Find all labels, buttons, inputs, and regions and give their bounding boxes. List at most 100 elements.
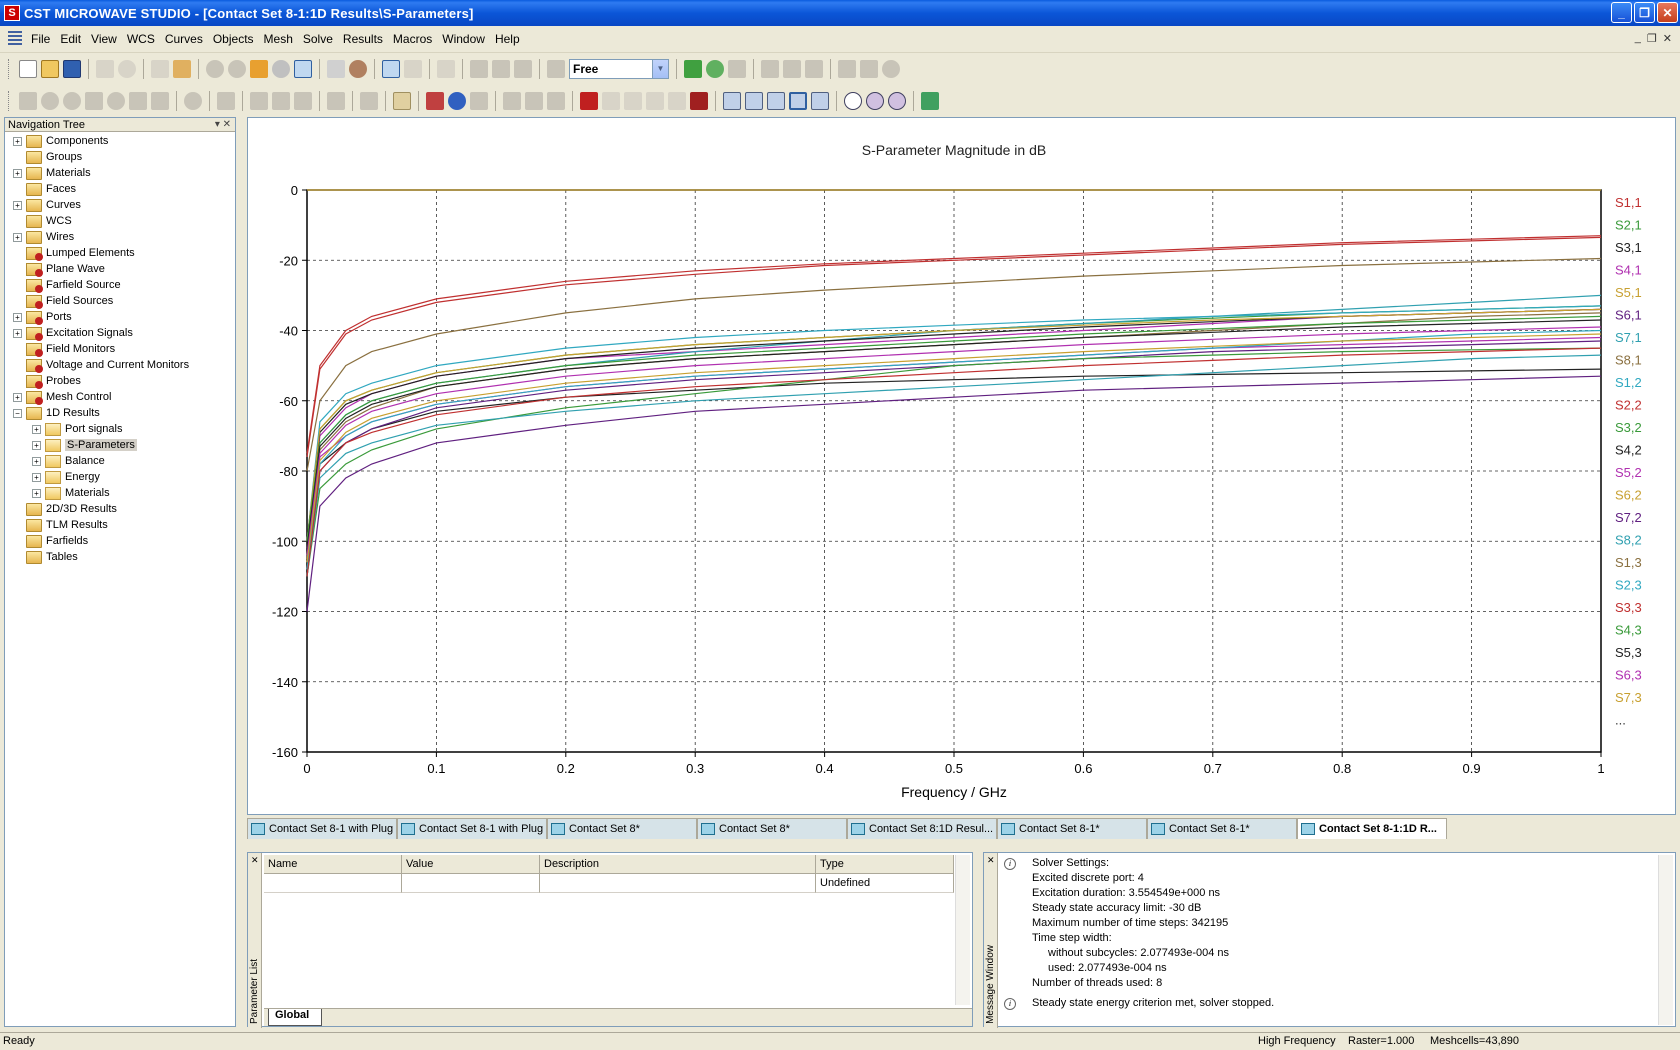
port-icon[interactable] bbox=[426, 91, 444, 110]
solver-icon[interactable] bbox=[602, 91, 620, 110]
param-type-cell[interactable]: Undefined bbox=[816, 874, 954, 893]
torus-icon[interactable] bbox=[107, 91, 125, 110]
collapse-icon[interactable]: − bbox=[13, 408, 22, 418]
brick-icon[interactable] bbox=[19, 91, 37, 110]
rotate-icon[interactable] bbox=[206, 59, 224, 78]
document-tab[interactable]: Contact Set 8-1* bbox=[997, 818, 1147, 839]
param-description-cell[interactable] bbox=[540, 874, 816, 893]
tree-item[interactable]: Faces bbox=[13, 181, 76, 197]
expand-icon[interactable]: + bbox=[13, 200, 22, 210]
export-icon[interactable] bbox=[173, 59, 191, 78]
zoom-window-icon[interactable] bbox=[294, 59, 312, 78]
paste-icon[interactable] bbox=[805, 59, 823, 78]
box-icon[interactable] bbox=[437, 59, 455, 78]
expand-icon[interactable]: + bbox=[13, 232, 22, 242]
frequency-solver-icon[interactable] bbox=[646, 91, 664, 110]
expand-icon[interactable]: + bbox=[13, 392, 22, 402]
new-file-icon[interactable] bbox=[19, 59, 37, 78]
tree-item[interactable]: + Excitation Signals bbox=[13, 325, 133, 341]
sphere-icon[interactable] bbox=[41, 91, 59, 110]
ruler-icon[interactable] bbox=[393, 91, 411, 110]
cylinder-icon[interactable] bbox=[63, 91, 81, 110]
tree-item[interactable]: + Materials bbox=[32, 485, 110, 501]
result-plot-icon[interactable] bbox=[723, 91, 741, 110]
loft-icon[interactable] bbox=[184, 91, 202, 110]
parameter-scrollbar[interactable] bbox=[955, 855, 970, 1005]
expand-icon[interactable]: + bbox=[32, 424, 41, 434]
rotate-view-icon[interactable] bbox=[228, 59, 246, 78]
tree-item[interactable]: + S-Parameters bbox=[32, 437, 137, 453]
tree-item[interactable]: + Mesh Control bbox=[13, 389, 111, 405]
tree-item[interactable]: WCS bbox=[13, 213, 72, 229]
tree-item[interactable]: Plane Wave bbox=[13, 261, 105, 277]
column-header-type[interactable]: Type bbox=[816, 855, 954, 874]
chamfer-icon[interactable] bbox=[360, 91, 378, 110]
mdi-minimize-button[interactable]: _ bbox=[1635, 32, 1641, 45]
tree-item[interactable]: + Balance bbox=[32, 453, 105, 469]
mesh-view-icon[interactable] bbox=[728, 59, 746, 78]
zoom-icon[interactable] bbox=[272, 59, 290, 78]
expand-icon[interactable]: + bbox=[32, 456, 41, 466]
globe-icon[interactable] bbox=[118, 59, 136, 78]
column-header-name[interactable]: Name bbox=[264, 855, 402, 874]
close-icon[interactable]: ✕ bbox=[251, 855, 259, 866]
subtract-icon[interactable] bbox=[272, 91, 290, 110]
menu-curves[interactable]: Curves bbox=[160, 32, 208, 46]
material-icon[interactable] bbox=[349, 59, 367, 78]
tree-item[interactable]: 2D/3D Results bbox=[13, 501, 117, 517]
result-db-icon[interactable] bbox=[789, 91, 807, 110]
copy-icon[interactable] bbox=[783, 59, 801, 78]
column-header-description[interactable]: Description bbox=[540, 855, 816, 874]
admittance-chart-icon[interactable] bbox=[888, 91, 906, 110]
menu-mesh[interactable]: Mesh bbox=[259, 32, 298, 46]
blend-icon[interactable] bbox=[327, 91, 345, 110]
mesh-icon[interactable] bbox=[684, 59, 702, 78]
tree-item[interactable]: Lumped Elements bbox=[13, 245, 135, 261]
smith-chart-icon[interactable] bbox=[811, 91, 829, 110]
boolean-icon[interactable] bbox=[838, 59, 856, 78]
menu-solve[interactable]: Solve bbox=[298, 32, 338, 46]
extrude-icon[interactable] bbox=[129, 91, 147, 110]
menu-macros[interactable]: Macros bbox=[388, 32, 437, 46]
message-scrollbar[interactable] bbox=[1658, 855, 1673, 1025]
tree-item[interactable]: + Materials bbox=[13, 165, 91, 181]
result-phase-icon[interactable] bbox=[767, 91, 785, 110]
monitor-icon[interactable] bbox=[503, 91, 521, 110]
expand-icon[interactable]: + bbox=[13, 328, 22, 338]
close-button[interactable]: ✕ bbox=[1657, 2, 1678, 23]
document-tab[interactable]: Contact Set 8-1* bbox=[1147, 818, 1297, 839]
print-icon[interactable] bbox=[96, 59, 114, 78]
pick-icon[interactable] bbox=[470, 59, 488, 78]
probe-icon[interactable] bbox=[525, 91, 543, 110]
table-row[interactable]: Undefined bbox=[264, 874, 954, 893]
pick-edge-icon[interactable] bbox=[514, 59, 532, 78]
transform-icon[interactable] bbox=[761, 59, 779, 78]
result-magnitude-icon[interactable] bbox=[745, 91, 763, 110]
tree-item[interactable]: + Wires bbox=[13, 229, 74, 245]
pan-icon[interactable] bbox=[250, 59, 268, 78]
document-tab[interactable]: Contact Set 8:1D Resul... bbox=[847, 818, 997, 839]
tree-item[interactable]: Field Monitors bbox=[13, 341, 115, 357]
tree-item[interactable]: + Energy bbox=[32, 469, 100, 485]
tab-global[interactable]: Global bbox=[268, 1009, 322, 1026]
minimize-button[interactable]: _ bbox=[1611, 2, 1632, 23]
menu-view[interactable]: View bbox=[86, 32, 122, 46]
menu-window[interactable]: Window bbox=[437, 32, 490, 46]
open-folder-icon[interactable] bbox=[41, 59, 59, 78]
expand-icon[interactable]: + bbox=[13, 168, 22, 178]
param-name-cell[interactable] bbox=[264, 874, 402, 893]
tree-item[interactable]: TLM Results bbox=[13, 517, 108, 533]
tree-item[interactable]: Farfields bbox=[13, 533, 88, 549]
expand-icon[interactable]: + bbox=[13, 136, 22, 146]
integral-solver-icon[interactable] bbox=[668, 91, 686, 110]
select-icon[interactable] bbox=[382, 59, 400, 78]
menu-file[interactable]: File bbox=[26, 32, 55, 46]
farfield-icon[interactable] bbox=[866, 91, 884, 110]
add-icon[interactable] bbox=[250, 91, 268, 110]
rotate-shape-icon[interactable] bbox=[151, 91, 169, 110]
mdi-close-button[interactable]: ✕ bbox=[1663, 32, 1672, 45]
tree-item[interactable]: + Port signals bbox=[32, 421, 122, 437]
restore-button[interactable]: ❐ bbox=[1634, 2, 1655, 23]
column-header-value[interactable]: Value bbox=[402, 855, 540, 874]
expand-icon[interactable]: + bbox=[32, 440, 41, 450]
